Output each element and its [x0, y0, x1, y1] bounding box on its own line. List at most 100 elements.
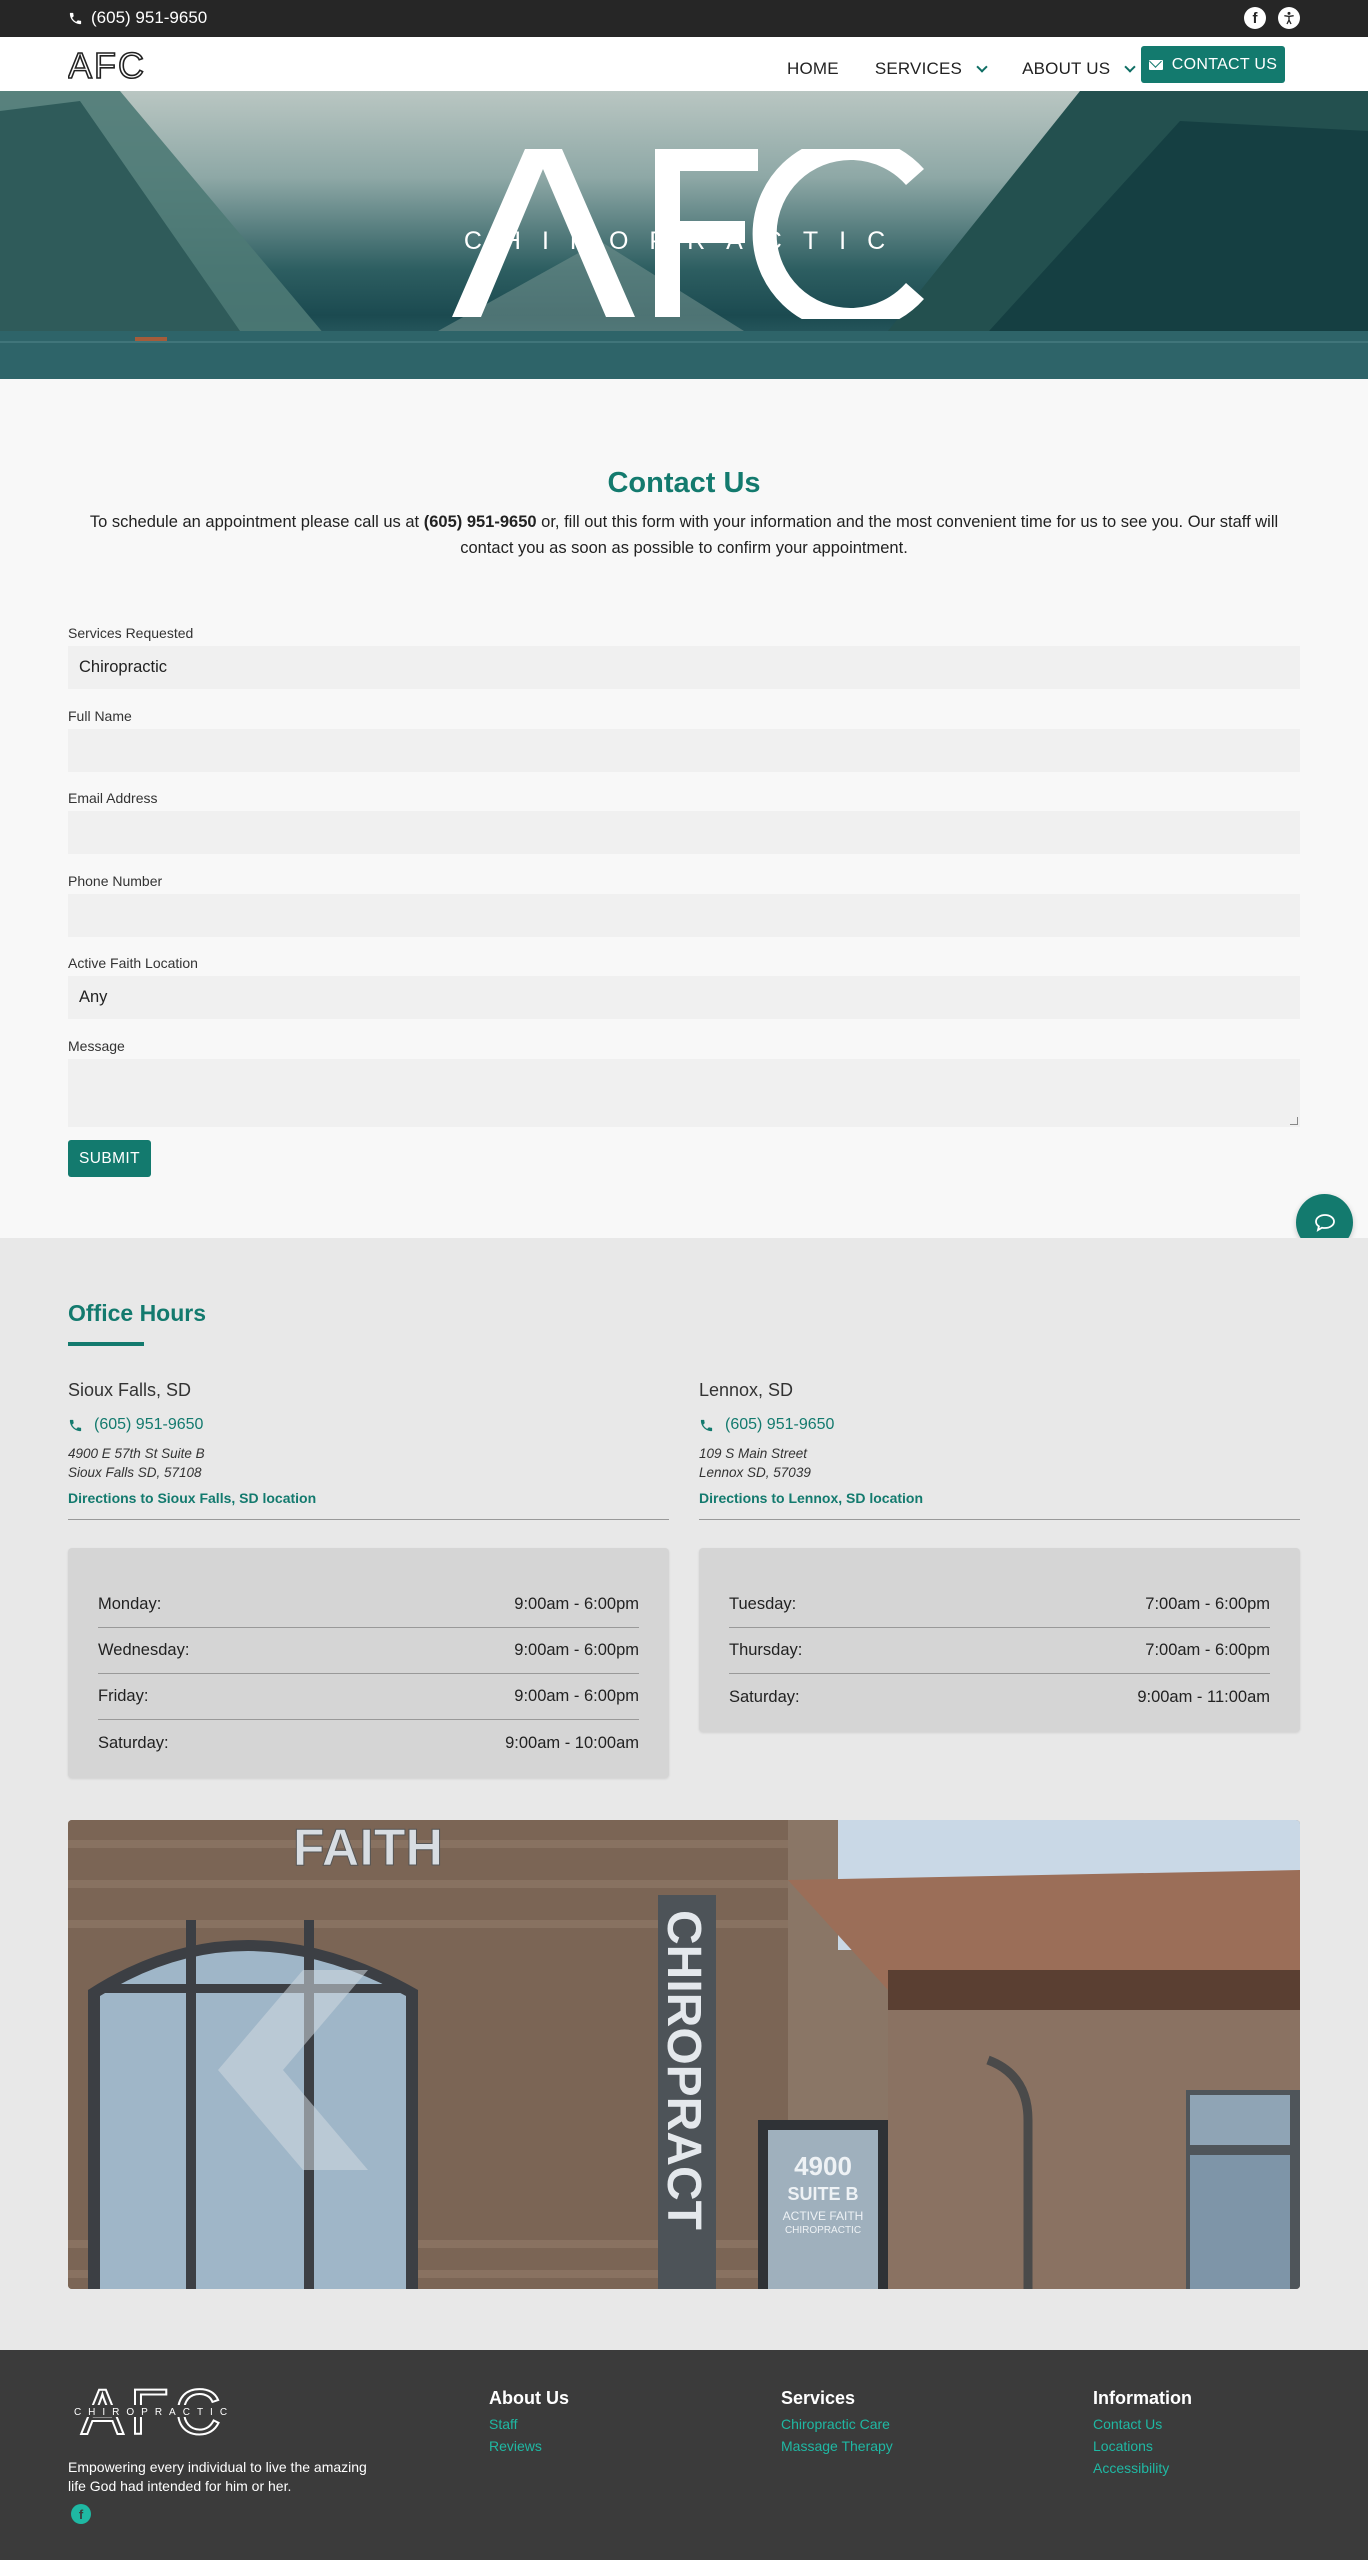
location-lennox: Lennox, SD (605) 951-9650 109 S Main Str… [699, 1380, 1300, 1520]
hours-time: 9:00am - 6:00pm [514, 1687, 639, 1705]
logo-text: AFC [68, 47, 146, 83]
topbar-phone-text: (605) 951-9650 [91, 8, 208, 27]
phone-input[interactable] [68, 894, 1300, 937]
footer-column-information: Information Contact Us Locations Accessi… [1093, 2388, 1192, 2479]
title-underline [68, 1342, 144, 1346]
nav-home[interactable]: HOME [787, 59, 839, 79]
intro-phone[interactable]: (605) 951-9650 [424, 513, 537, 531]
accessibility-icon[interactable] [1278, 7, 1300, 29]
location-phone-text: (605) 951-9650 [725, 1416, 835, 1433]
footer-column-title: Information [1093, 2388, 1192, 2408]
hours-day: Saturday: [98, 1733, 169, 1752]
footer-logo[interactable]: AFC CHIROPRACTIC [68, 2378, 240, 2442]
site-footer: AFC CHIROPRACTIC Empowering every indivi… [0, 2350, 1368, 2560]
clinic-building-photo: FAITH CHIROPRACT 4900 SUITE B ACTIVE FAI… [68, 1820, 1300, 2289]
resize-handle-icon[interactable] [1290, 1117, 1298, 1125]
services-value: Chiropractic [79, 658, 168, 676]
location-phone-link[interactable]: (605) 951-9650 [699, 1416, 1300, 1434]
location-address: 109 S Main Street Lennox SD, 57039 [699, 1444, 1300, 1482]
contact-section: Contact Us To schedule an appointment pl… [0, 379, 1368, 1251]
address-line-1: 109 S Main Street [699, 1446, 808, 1461]
phone-icon [700, 1419, 713, 1431]
phone-icon [69, 12, 82, 24]
footer-link-staff[interactable]: Staff [489, 2413, 569, 2435]
address-line-2: Sioux Falls SD, 57108 [68, 1465, 202, 1480]
photo-door-sign-line-1: ACTIVE FAITH [783, 2209, 864, 2223]
submit-button[interactable]: SUBMIT [68, 1140, 151, 1177]
hours-day: Friday: [98, 1687, 149, 1705]
location-value: Any [79, 988, 108, 1006]
photo-door-sign-line-2: CHIROPRACTIC [785, 2225, 861, 2236]
nav-about-us[interactable]: ABOUT US [1022, 59, 1136, 79]
hours-day: Tuesday: [729, 1595, 797, 1613]
footer-link-accessibility[interactable]: Accessibility [1093, 2457, 1192, 2479]
footer-column-services: Services Chiropractic Care Massage Thera… [781, 2388, 893, 2457]
intro-text-before: To schedule an appointment please call u… [89, 513, 424, 531]
nav-services-label: SERVICES [874, 59, 963, 78]
location-phone-text: (605) 951-9650 [94, 1416, 204, 1433]
hero-banner: CHIROPRACTIC [0, 91, 1368, 379]
hours-card-sioux-falls: Monday: 9:00am - 6:00pm Wednesday: 9:00am … [68, 1548, 669, 1778]
office-hours-title: Office Hours [68, 1300, 207, 1326]
contact-title: Contact Us [607, 467, 761, 499]
nav-services[interactable]: SERVICES [874, 59, 988, 79]
hours-time: 9:00am - 10:00am [505, 1733, 639, 1752]
nav-home-label: HOME [787, 59, 839, 78]
directions-link[interactable]: Directions to Sioux Falls, SD location [68, 1490, 669, 1506]
hours-day: Saturday: [729, 1687, 800, 1706]
contact-intro: To schedule an appointment please call u… [68, 509, 1300, 561]
location-sioux-falls: Sioux Falls, SD (605) 951-9650 4900 E 57… [68, 1380, 669, 1520]
address-line-1: 4900 E 57th St Suite B [68, 1446, 205, 1461]
full-name-label: Full Name [68, 708, 132, 724]
footer-link-chiropractic-care[interactable]: Chiropractic Care [781, 2413, 893, 2435]
email-input[interactable] [68, 811, 1300, 854]
topbar-phone-link[interactable]: (605) 951-9650 [68, 8, 207, 28]
footer-column-about: About Us Staff Reviews [489, 2388, 569, 2457]
photo-sign-vertical: CHIROPRACT [657, 1910, 710, 2230]
hours-row: Tuesday: 7:00am - 6:00pm [729, 1582, 1270, 1628]
hours-row: Monday: 9:00am - 6:00pm [98, 1582, 639, 1628]
location-address: 4900 E 57th St Suite B Sioux Falls SD, 5… [68, 1444, 669, 1482]
facebook-icon[interactable]: f [71, 2504, 91, 2524]
phone-label: Phone Number [68, 873, 163, 889]
directions-link[interactable]: Directions to Lennox, SD location [699, 1490, 1300, 1506]
site-logo[interactable]: AFC [68, 47, 160, 83]
location-select[interactable]: Any [68, 976, 1300, 1019]
footer-column-title: Services [781, 2388, 856, 2408]
main-nav: AFC HOME SERVICES ABOUT US CONTACT US [0, 37, 1368, 91]
email-label: Email Address [68, 790, 158, 806]
divider [699, 1519, 1300, 1520]
footer-link-massage-therapy[interactable]: Massage Therapy [781, 2435, 893, 2457]
phone-icon [69, 1419, 82, 1431]
hours-time: 9:00am - 6:00pm [514, 1641, 639, 1659]
services-select[interactable]: Chiropractic [68, 646, 1300, 689]
full-name-input[interactable] [68, 729, 1300, 772]
location-phone-link[interactable]: (605) 951-9650 [68, 1416, 669, 1434]
hours-day: Thursday: [729, 1641, 803, 1659]
chevron-down-icon [976, 61, 988, 73]
message-label: Message [68, 1038, 125, 1054]
facebook-icon[interactable]: f [1244, 7, 1266, 29]
photo-door-number: 4900 [794, 2151, 852, 2181]
footer-link-reviews[interactable]: Reviews [489, 2435, 569, 2457]
divider [68, 1519, 669, 1520]
services-label: Services Requested [68, 625, 194, 641]
photo-sign-faith: FAITH [293, 1820, 443, 1877]
hours-row: Saturday: 9:00am - 11:00am [729, 1674, 1270, 1720]
message-textarea[interactable] [68, 1059, 1300, 1127]
accessibility-glyph [1284, 11, 1294, 25]
hours-time: 7:00am - 6:00pm [1145, 1641, 1270, 1659]
footer-link-contact-us[interactable]: Contact Us [1093, 2413, 1192, 2435]
footer-column-title: About Us [489, 2388, 569, 2408]
contact-us-label: CONTACT US [1171, 55, 1278, 73]
hero-brand-word: CHIROPRACTIC [464, 227, 906, 255]
location-label: Active Faith Location [68, 955, 198, 971]
contact-us-button[interactable]: CONTACT US [1141, 46, 1285, 83]
hours-row: Thursday: 7:00am - 6:00pm [729, 1628, 1270, 1674]
footer-link-locations[interactable]: Locations [1093, 2435, 1192, 2457]
photo-door-suite: SUITE B [787, 2184, 858, 2204]
hero-brand-logo: CHIROPRACTIC [452, 149, 924, 319]
intro-text-after: or, fill out this form with your informa… [460, 513, 1279, 557]
nav-about-label: ABOUT US [1022, 59, 1111, 78]
hours-time: 9:00am - 6:00pm [514, 1595, 639, 1613]
